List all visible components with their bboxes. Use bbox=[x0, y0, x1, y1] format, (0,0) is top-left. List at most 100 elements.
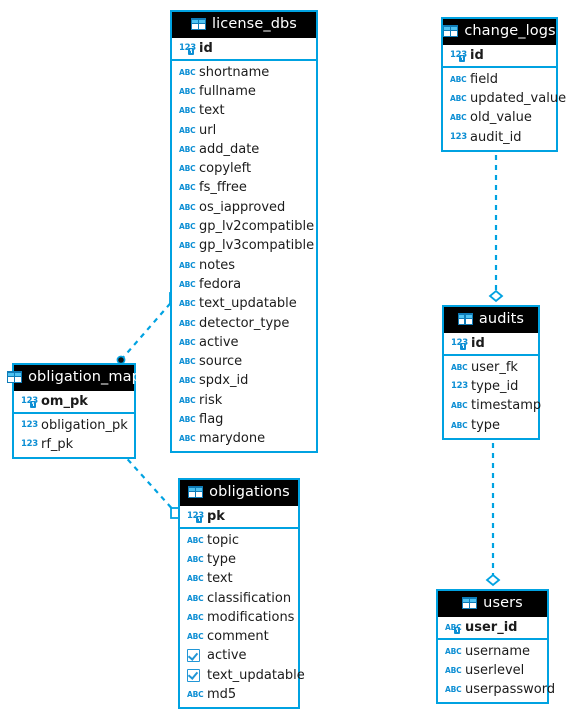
primary-key-row[interactable]: 123id bbox=[443, 45, 556, 66]
column-row[interactable]: ABC topic bbox=[180, 531, 298, 550]
column-row[interactable]: ABC active bbox=[172, 333, 316, 352]
column-row[interactable]: ABC flag bbox=[172, 410, 316, 429]
column-row[interactable]: ABC gp_lv3compatible bbox=[172, 236, 316, 255]
column-row[interactable]: ABC type bbox=[444, 415, 538, 434]
entity-change_logs[interactable]: change_logs123id ABCfieldABCupdated_value… bbox=[441, 17, 566, 152]
column-row[interactable]: ABC source bbox=[172, 352, 316, 371]
primary-key-section: ABCuser_id bbox=[438, 617, 547, 640]
column-row[interactable]: ABC spdx_id bbox=[172, 371, 316, 390]
primary-key-row[interactable]: ABCuser_id bbox=[438, 617, 547, 638]
column-row[interactable]: ABC fullname bbox=[172, 82, 316, 101]
string-icon: ABC bbox=[450, 74, 467, 84]
column-row[interactable]: ABC timestamp bbox=[444, 396, 541, 415]
rel-change_logs-audits bbox=[488, 140, 504, 303]
entity-license_dbs[interactable]: license_dbs123idABCshortnameABCfullnameA… bbox=[170, 10, 318, 454]
column-name: fedora bbox=[199, 276, 242, 292]
column-row[interactable]: ABC classification bbox=[180, 588, 298, 607]
column-row[interactable]: ABC md5 bbox=[180, 685, 298, 704]
column-name: risk bbox=[199, 392, 223, 408]
column-row[interactable]: 123 type_id bbox=[444, 377, 538, 396]
column-name: text_updatable bbox=[207, 667, 305, 683]
column-name: gp_lv2compatible bbox=[199, 219, 315, 235]
column-name: copyleft bbox=[199, 161, 252, 177]
column-name: type bbox=[471, 417, 501, 433]
entity-obligation_map[interactable]: obligation_map123om_pk 123obligation_pk12… bbox=[7, 363, 141, 460]
column-row[interactable]: ABC userlevel bbox=[438, 661, 547, 680]
column-row[interactable]: ABC marydone bbox=[172, 429, 316, 448]
column-row[interactable]: text_updatable bbox=[180, 666, 305, 685]
entity-audits[interactable]: audits123id ABCuser_fk123type_idABCtimest… bbox=[442, 305, 541, 440]
string-icon: ABC bbox=[450, 93, 467, 103]
column-name: text_updatable bbox=[199, 296, 297, 312]
primary-key-row[interactable]: 123id bbox=[444, 333, 538, 354]
string-icon: ABC bbox=[187, 690, 204, 700]
column-row[interactable]: ABC url bbox=[172, 120, 316, 139]
primary-key-section: 123om_pk bbox=[14, 391, 134, 414]
column-row[interactable]: ABC userpassword bbox=[438, 680, 555, 699]
er-diagram-canvas: license_dbs123idABCshortnameABCfullnameA… bbox=[0, 0, 570, 711]
column-name: username bbox=[465, 643, 530, 659]
primary-key-row[interactable]: 123pk bbox=[180, 506, 298, 527]
column-row[interactable]: ABC gp_lv2compatible bbox=[172, 217, 316, 236]
column-row[interactable]: ABC notes bbox=[172, 255, 316, 274]
string-icon: ABC bbox=[179, 164, 196, 174]
column-row[interactable]: ABC text bbox=[180, 569, 298, 588]
column-row[interactable]: ABC old_value bbox=[443, 108, 556, 127]
boolean-icon bbox=[187, 649, 200, 663]
column-name: add_date bbox=[199, 141, 260, 157]
primary-key-row[interactable]: 123om_pk bbox=[14, 391, 134, 412]
entity-users[interactable]: usersABCuser_id ABCusernameABCuserlevelAB… bbox=[436, 589, 555, 705]
string-icon: ABC bbox=[187, 574, 204, 584]
column-row[interactable]: ABC shortname bbox=[172, 63, 316, 82]
entity-header-obligation_map[interactable]: obligation_map bbox=[7, 365, 141, 391]
column-row[interactable]: ABC username bbox=[438, 642, 547, 661]
column-name: userlevel bbox=[465, 662, 525, 678]
entity-header-change_logs[interactable]: change_logs bbox=[443, 19, 556, 45]
column-row[interactable]: ABC user_fk bbox=[444, 358, 538, 377]
number-icon: 123 bbox=[21, 419, 38, 430]
table-icon bbox=[457, 313, 473, 326]
number-key-icon: 123 bbox=[187, 509, 204, 524]
column-row[interactable]: ABC copyleft bbox=[172, 159, 316, 178]
column-row[interactable]: ABC updated_value bbox=[443, 89, 566, 108]
column-row[interactable]: ABC type bbox=[180, 550, 298, 569]
column-row[interactable]: 123 audit_id bbox=[443, 127, 556, 146]
column-row[interactable]: ABC modifications bbox=[180, 608, 298, 627]
column-name: id bbox=[470, 47, 484, 63]
column-row[interactable]: active bbox=[180, 646, 298, 665]
string-icon: ABC bbox=[187, 535, 204, 545]
string-icon: ABC bbox=[179, 183, 196, 193]
number-key-icon: 123 bbox=[451, 336, 468, 351]
column-name: detector_type bbox=[199, 315, 290, 331]
relationship-target-marker bbox=[485, 573, 501, 587]
column-row[interactable]: ABC fedora bbox=[172, 275, 316, 294]
string-icon: ABC bbox=[179, 395, 196, 405]
entity-header-users[interactable]: users bbox=[438, 591, 547, 617]
entity-header-license_dbs[interactable]: license_dbs bbox=[172, 12, 316, 38]
column-name: marydone bbox=[199, 431, 266, 447]
column-name: pk bbox=[207, 508, 225, 524]
column-row[interactable]: ABC os_iapproved bbox=[172, 198, 316, 217]
entity-obligations[interactable]: obligations123pkABCtopicABCtypeABCtextAB… bbox=[178, 478, 305, 710]
column-name: classification bbox=[207, 590, 292, 606]
column-name: fullname bbox=[199, 83, 256, 99]
column-row[interactable]: 123 obligation_pk bbox=[14, 416, 134, 435]
column-row[interactable]: ABC field bbox=[443, 70, 556, 89]
primary-key-section: 123id bbox=[443, 45, 556, 68]
column-row[interactable]: ABC add_date bbox=[172, 140, 316, 159]
string-icon: ABC bbox=[179, 357, 196, 367]
relationship-target-marker bbox=[488, 289, 504, 303]
string-icon: ABC bbox=[179, 125, 196, 135]
columns-section: ABC shortname ABC fullname ABC text ABC url ABC a… bbox=[172, 61, 316, 452]
primary-key-row[interactable]: 123id bbox=[172, 38, 316, 59]
entity-header-obligations[interactable]: obligations bbox=[180, 480, 298, 506]
column-row[interactable]: ABC detector_type bbox=[172, 313, 316, 332]
column-row[interactable]: ABC text_updatable bbox=[172, 294, 316, 313]
column-row[interactable]: ABC fs_ffree bbox=[172, 178, 316, 197]
entity-header-audits[interactable]: audits bbox=[444, 307, 538, 333]
column-row[interactable]: ABC risk bbox=[172, 391, 316, 410]
column-row[interactable]: 123 rf_pk bbox=[14, 435, 134, 454]
column-row[interactable]: ABC text bbox=[172, 101, 316, 120]
column-name: text bbox=[199, 103, 225, 119]
column-row[interactable]: ABC comment bbox=[180, 627, 298, 646]
